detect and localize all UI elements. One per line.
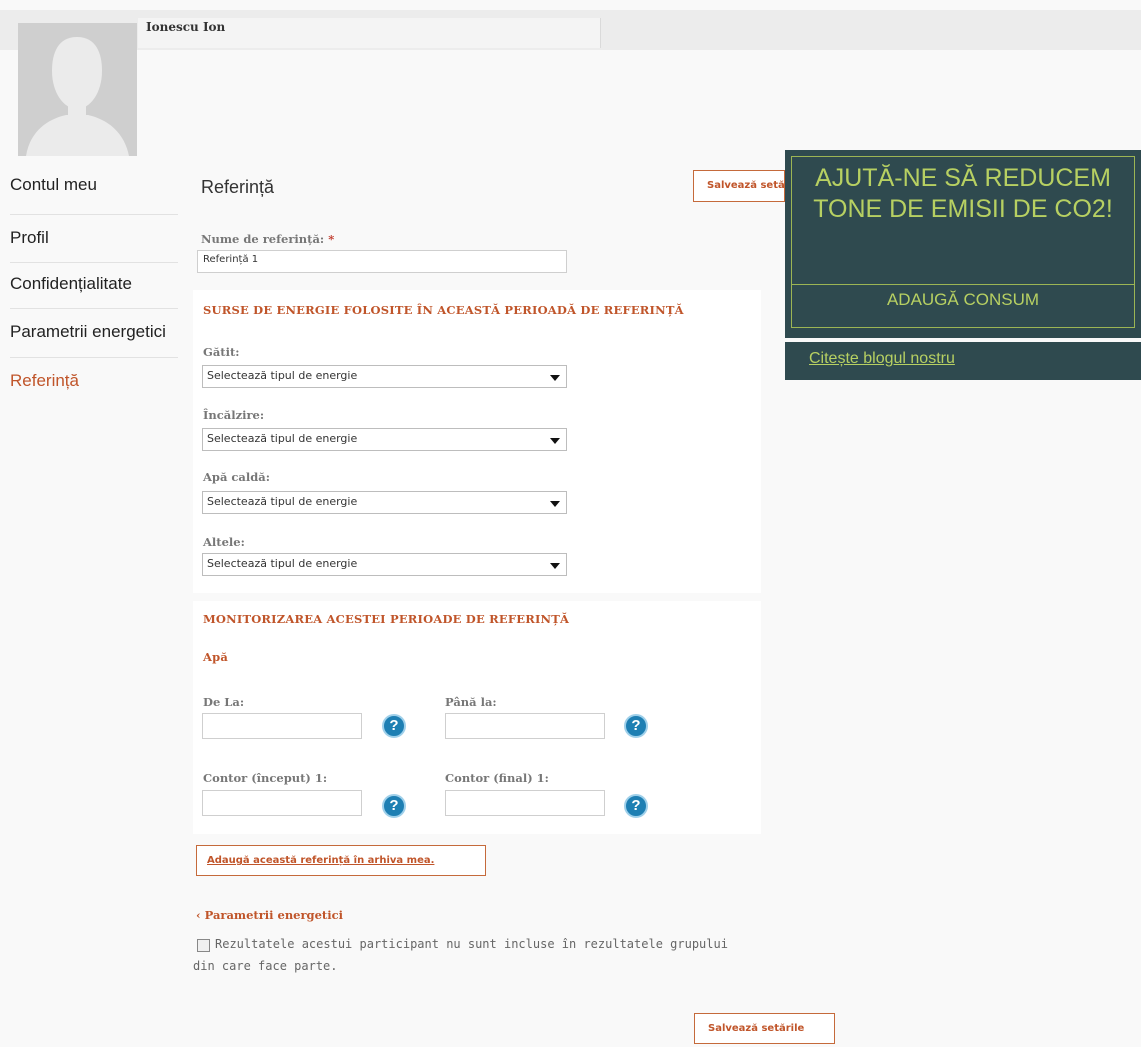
blog-bar: Citește blogul nostru — [785, 342, 1141, 380]
help-icon[interactable]: ? — [624, 714, 648, 738]
from-date-label: De La: — [203, 695, 245, 709]
energy-sources-title: SURSE DE ENERGIE FOLOSITE ÎN ACEASTĂ PER… — [203, 303, 684, 317]
cooking-energy-select[interactable]: Selectează tipul de energie — [202, 365, 567, 388]
to-date-label: Până la: — [445, 695, 497, 709]
cooking-energy-select-value: Selectează tipul de energie — [207, 369, 358, 382]
counter-end-input[interactable] — [445, 790, 605, 816]
nav-divider — [10, 214, 178, 215]
save-settings-button-top[interactable]: Salvează setările — [693, 170, 785, 202]
read-blog-link[interactable]: Citește blogul nostru — [809, 350, 955, 368]
avatar — [18, 23, 137, 156]
chevron-down-icon — [550, 375, 560, 381]
add-to-archive-button[interactable]: Adaugă această referință în arhiva mea. — [196, 845, 486, 876]
monitoring-title: MONITORIZAREA ACESTEI PERIOADE DE REFERI… — [203, 612, 570, 626]
hot-water-energy-select[interactable]: Selectează tipul de energie — [202, 491, 567, 514]
nav-item-my-account[interactable]: Contul meu — [10, 175, 178, 195]
promo-headline: AJUTĂ-NE SĂ REDUCEM TONE DE EMISII DE CO… — [813, 164, 1113, 223]
hot-water-label: Apă caldă: — [203, 470, 270, 484]
help-icon[interactable]: ? — [382, 714, 406, 738]
required-mark: * — [328, 232, 335, 246]
reference-name-label: Nume de referință: * — [201, 232, 334, 246]
promo-frame: AJUTĂ-NE SĂ REDUCEM TONE DE EMISII DE CO… — [791, 156, 1135, 328]
page-title: Referință — [201, 177, 275, 197]
nav-item-reference[interactable]: Referință — [10, 371, 178, 391]
counter-start-input[interactable] — [202, 790, 362, 816]
promo-divider — [792, 284, 1134, 285]
exclude-results-note: Rezultatele acestui participant nu sunt … — [193, 937, 728, 973]
other-energy-select[interactable]: Selectează tipul de energie — [202, 553, 567, 576]
nav-divider — [10, 308, 178, 309]
reference-name-input[interactable]: Referință 1 — [197, 250, 567, 273]
promo-banner[interactable]: AJUTĂ-NE SĂ REDUCEM TONE DE EMISII DE CO… — [785, 150, 1141, 338]
counter-end-label: Contor (final) 1: — [445, 771, 549, 785]
chevron-down-icon — [550, 501, 560, 507]
water-subtitle: Apă — [203, 650, 229, 664]
chevron-down-icon — [550, 438, 560, 444]
back-energy-parameters-link[interactable]: ‹ Parametrii energetici — [196, 908, 343, 922]
avatar-silhouette-icon — [18, 23, 137, 156]
add-consumption-button[interactable]: ADAUGĂ CONSUM — [792, 290, 1134, 310]
to-date-input[interactable] — [445, 713, 605, 739]
reference-name-label-text: Nume de referință: — [201, 232, 325, 246]
counter-start-label: Contor (început) 1: — [203, 771, 328, 785]
nav-item-profile[interactable]: Profil — [10, 228, 178, 248]
other-energy-select-value: Selectează tipul de energie — [207, 557, 358, 570]
help-icon[interactable]: ? — [382, 794, 406, 818]
nav-divider — [10, 262, 178, 263]
chevron-down-icon — [550, 563, 560, 569]
nav-divider — [10, 357, 178, 358]
cooking-label: Gătit: — [203, 345, 240, 359]
other-label: Altele: — [203, 535, 245, 549]
nav-item-energy-parameters[interactable]: Parametrii energetici — [10, 322, 178, 342]
hot-water-energy-select-value: Selectează tipul de energie — [207, 495, 358, 508]
nav-item-privacy[interactable]: Confidențialitate — [10, 274, 178, 294]
username: Ionescu Ion — [146, 20, 226, 34]
heating-energy-select-value: Selectează tipul de energie — [207, 432, 358, 445]
help-icon[interactable]: ? — [624, 794, 648, 818]
save-settings-button-bottom[interactable]: Salvează setările — [694, 1013, 835, 1044]
from-date-input[interactable] — [202, 713, 362, 739]
heating-label: Încălzire: — [203, 408, 265, 422]
heating-energy-select[interactable]: Selectează tipul de energie — [202, 428, 567, 451]
